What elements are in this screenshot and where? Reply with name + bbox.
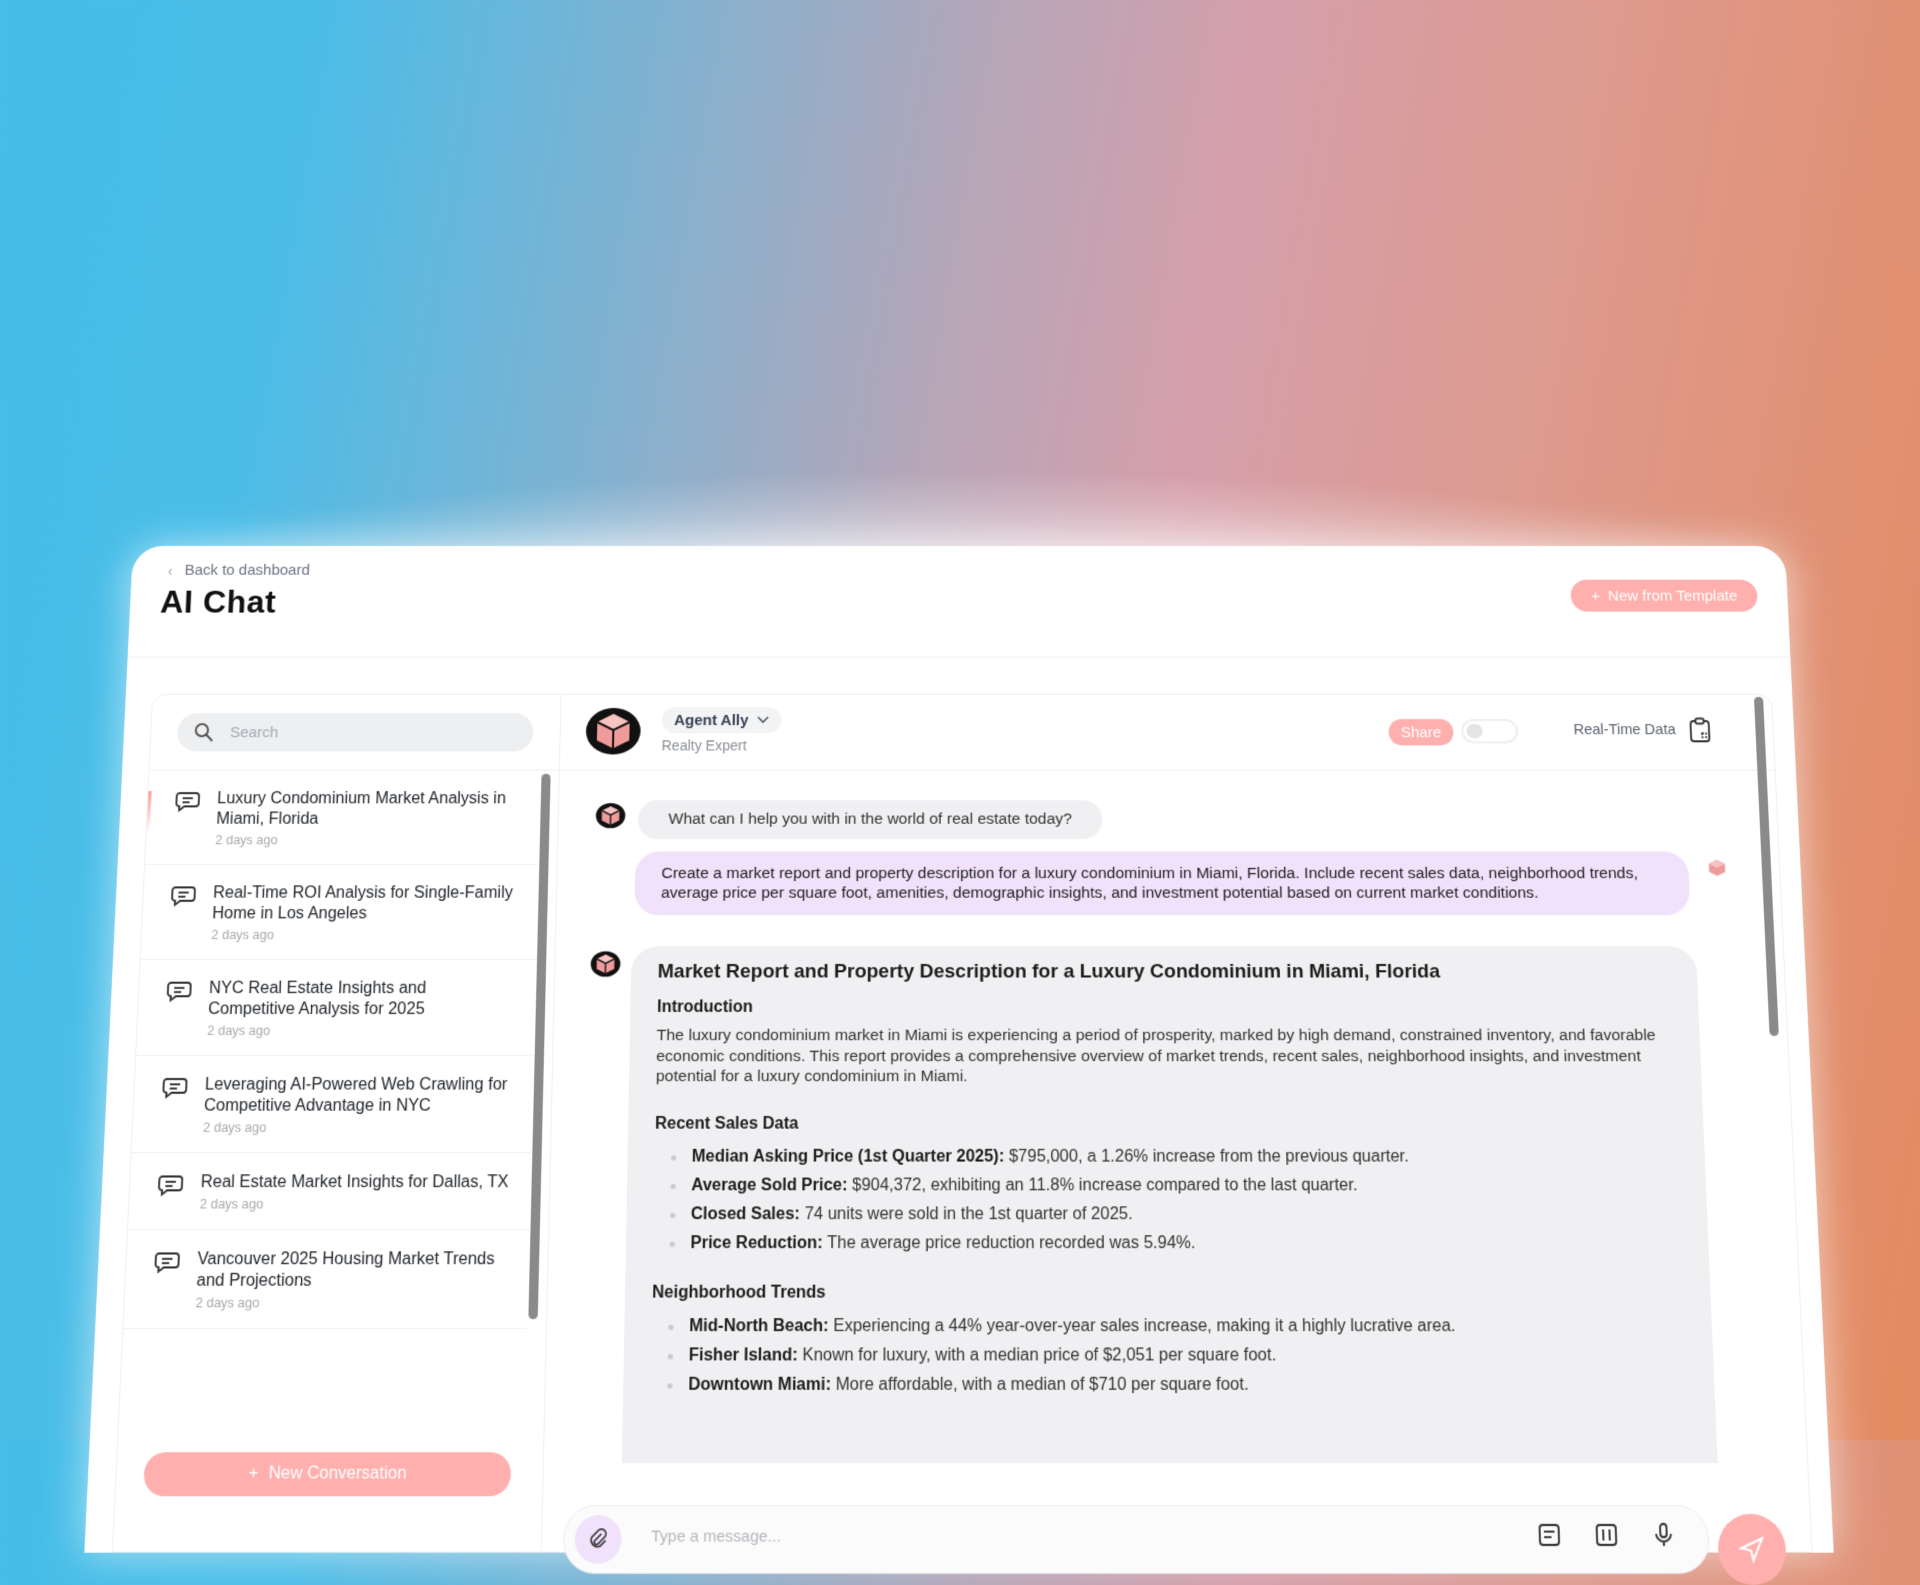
message-input[interactable] xyxy=(649,1526,1500,1547)
sales-item-text: The average price reduction recorded was… xyxy=(823,1234,1196,1252)
conversation-title: NYC Real Estate Insights and Competitive… xyxy=(208,979,515,1021)
new-conversation-button[interactable]: + New Conversation xyxy=(143,1452,511,1496)
message-list: What can I help you with in the world of… xyxy=(544,770,1776,1463)
page-title: AI Chat xyxy=(160,584,277,621)
conversation-title: Luxury Condominium Market Analysis in Mi… xyxy=(216,789,520,830)
chat-bubble-icon xyxy=(156,1172,187,1211)
sales-item-text: $795,000, a 1.26% increase from the prev… xyxy=(1004,1147,1409,1165)
conversation-time: 2 days ago xyxy=(207,1023,514,1038)
realtime-data-label: Real-Time Data xyxy=(1573,722,1676,738)
report-title: Market Report and Property Description f… xyxy=(657,961,1670,984)
conversation-item[interactable]: Vancouver 2025 Housing Market Trends and… xyxy=(123,1230,529,1329)
report-sales-heading: Recent Sales Data xyxy=(655,1114,1677,1133)
microphone-icon[interactable] xyxy=(1650,1522,1676,1549)
user-message: Create a market report and property desc… xyxy=(634,851,1690,915)
message-composer xyxy=(562,1505,1710,1574)
trend-item: Mid-North Beach: Experiencing a 44% year… xyxy=(662,1311,1685,1340)
sales-item: Average Sold Price: $904,372, exhibiting… xyxy=(664,1171,1679,1200)
sales-item-label: Price Reduction: xyxy=(690,1234,823,1252)
sales-item-text: 74 units were sold in the 1st quarter of… xyxy=(800,1205,1133,1223)
realtime-data-toggle[interactable] xyxy=(1461,719,1518,743)
chat-bubble-icon xyxy=(172,789,203,847)
send-icon xyxy=(1738,1535,1767,1564)
sales-item-label: Closed Sales: xyxy=(691,1205,800,1223)
chevron-down-icon xyxy=(757,716,769,724)
bot-avatar-cube-icon xyxy=(595,802,626,829)
paperclip-icon xyxy=(588,1528,607,1550)
sales-item: Price Reduction: The average price reduc… xyxy=(663,1228,1682,1257)
layout-icon[interactable] xyxy=(1593,1522,1619,1549)
agent-selector[interactable]: Agent Ally xyxy=(662,707,781,733)
conversation-time: 2 days ago xyxy=(215,833,519,847)
plus-icon: + xyxy=(248,1464,259,1484)
report-intro-text: The luxury condominium market in Miami i… xyxy=(656,1026,1675,1087)
trends-list: Mid-North Beach: Experiencing a 44% year… xyxy=(650,1311,1687,1399)
share-button[interactable]: Share xyxy=(1388,719,1453,745)
trend-item-label: Mid-North Beach: xyxy=(689,1317,829,1335)
clipboard-icon[interactable] xyxy=(1687,717,1712,743)
conversation-item[interactable]: NYC Real Estate Insights and Competitive… xyxy=(136,960,536,1056)
search-input[interactable] xyxy=(228,723,516,742)
bot-greeting-message: What can I help you with in the world of… xyxy=(638,800,1103,839)
conversation-time: 2 days ago xyxy=(195,1295,507,1310)
agent-name: Agent Ally xyxy=(674,711,749,728)
plus-icon: + xyxy=(1591,587,1600,604)
user-cube-icon xyxy=(1705,858,1728,879)
conversation-item[interactable]: Real Estate Market Insights for Dallas, … xyxy=(128,1153,531,1230)
chat-header: Agent Ally Realty Expert Share Real-Time… xyxy=(560,695,1775,771)
chevron-left-icon: ‹ xyxy=(168,562,173,578)
search-icon xyxy=(193,722,214,742)
app-window: ‹ Back to dashboard AI Chat + New from T… xyxy=(84,546,1833,1553)
header-divider xyxy=(128,657,1791,658)
search-box[interactable] xyxy=(177,713,534,751)
sales-list: Median Asking Price (1st Quarter 2025): … xyxy=(653,1142,1682,1257)
chat-bubble-icon xyxy=(159,1075,191,1135)
trend-item-text: More affordable, with a median of $710 p… xyxy=(831,1375,1249,1394)
chat-area: Agent Ally Realty Expert Share Real-Time… xyxy=(542,695,1812,1552)
report-intro-heading: Introduction xyxy=(657,998,1672,1017)
conversation-item[interactable]: Luxury Condominium Market Analysis in Mi… xyxy=(145,771,540,865)
trend-item: Fisher Island: Known for luxury, with a … xyxy=(661,1340,1686,1369)
conversation-title: Real-Time ROI Analysis for Single-Family… xyxy=(212,883,518,924)
conversation-sidebar: Luxury Condominium Market Analysis in Mi… xyxy=(113,695,562,1552)
conversation-item[interactable]: Leveraging AI-Powered Web Crawling for C… xyxy=(132,1056,534,1153)
bot-report-message: Market Report and Property Description f… xyxy=(621,946,1718,1463)
trend-item: Downtown Miami: More affordable, with a … xyxy=(661,1370,1688,1399)
trend-item-text: Known for luxury, with a median price of… xyxy=(798,1346,1277,1364)
conversation-title: Real Estate Market Insights for Dallas, … xyxy=(200,1172,509,1193)
sales-item-label: Median Asking Price (1st Quarter 2025): xyxy=(692,1147,1005,1165)
attach-button[interactable] xyxy=(574,1515,622,1564)
conversation-item[interactable]: Real-Time ROI Analysis for Single-Family… xyxy=(141,865,539,960)
agent-avatar-cube-icon xyxy=(584,707,642,756)
agent-role: Realty Expert xyxy=(661,737,746,753)
chat-bubble-icon xyxy=(168,883,199,942)
sales-item-text: $904,372, exhibiting an 11.8% increase c… xyxy=(848,1176,1358,1194)
chat-bubble-icon xyxy=(151,1249,183,1310)
chat-bubble-icon xyxy=(164,979,195,1039)
chat-panel: Luxury Condominium Market Analysis in Mi… xyxy=(112,694,1813,1553)
sales-item: Closed Sales: 74 units were sold in the … xyxy=(664,1199,1681,1228)
conversation-title: Vancouver 2025 Housing Market Trends and… xyxy=(196,1249,508,1292)
trend-item-label: Downtown Miami: xyxy=(688,1375,831,1394)
back-label: Back to dashboard xyxy=(184,562,310,579)
conversation-time: 2 days ago xyxy=(211,928,516,943)
conversation-time: 2 days ago xyxy=(200,1197,509,1212)
back-to-dashboard-link[interactable]: ‹ Back to dashboard xyxy=(167,562,310,579)
trend-item-text: Experiencing a 44% year-over-year sales … xyxy=(829,1317,1456,1335)
send-button[interactable] xyxy=(1717,1514,1788,1585)
document-icon[interactable] xyxy=(1536,1522,1562,1549)
trend-item-label: Fisher Island: xyxy=(689,1346,798,1364)
report-trends-heading: Neighborhood Trends xyxy=(652,1283,1684,1302)
bot-avatar-cube-icon xyxy=(590,950,621,977)
conversation-time: 2 days ago xyxy=(203,1120,512,1135)
conversation-list: Luxury Condominium Market Analysis in Mi… xyxy=(123,771,540,1329)
new-from-template-label: New from Template xyxy=(1608,587,1738,604)
new-conversation-label: New Conversation xyxy=(268,1464,407,1484)
toggle-knob xyxy=(1466,724,1483,738)
new-from-template-button[interactable]: + New from Template xyxy=(1571,580,1759,612)
conversation-title: Leveraging AI-Powered Web Crawling for C… xyxy=(204,1075,513,1117)
sales-item-label: Average Sold Price: xyxy=(691,1176,847,1194)
composer-tools xyxy=(1536,1522,1677,1549)
sales-item: Median Asking Price (1st Quarter 2025): … xyxy=(665,1142,1679,1171)
